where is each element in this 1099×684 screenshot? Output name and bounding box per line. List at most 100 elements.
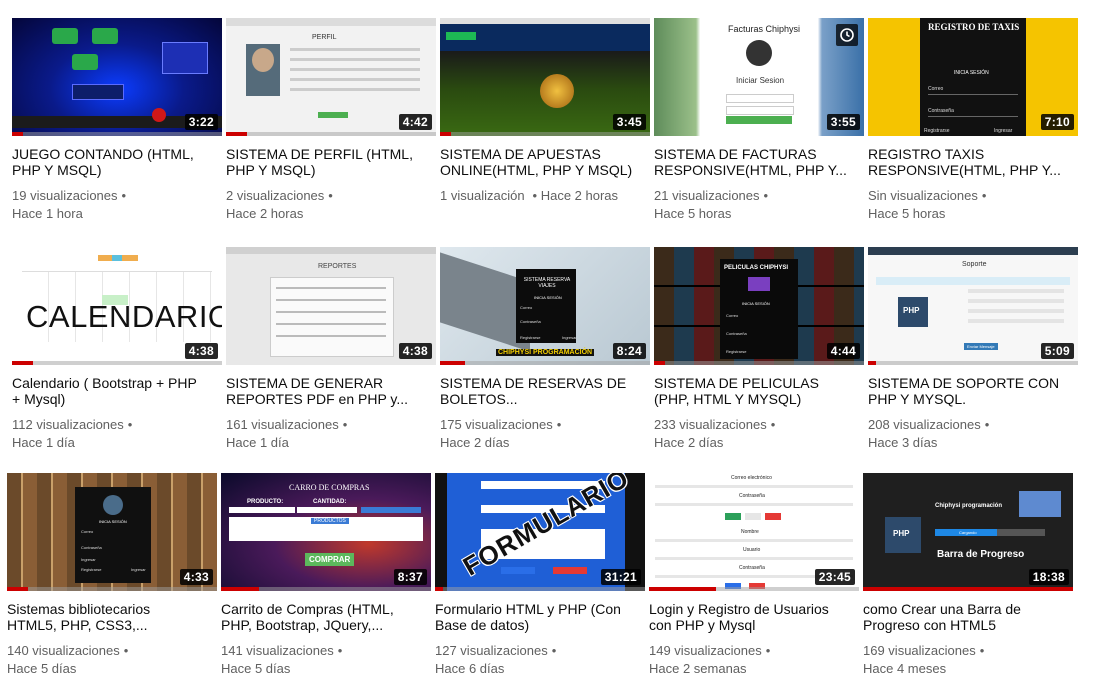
video-meta: Sin visualizaciones • Hace 5 horas <box>868 188 987 221</box>
thumb-text: CALENDARIO <box>26 299 222 334</box>
video-duration: 3:45 <box>612 114 646 130</box>
video-card[interactable]: 3:45 SISTEMA DE APUESTAS ONLINE(HTML, PH… <box>440 18 650 205</box>
video-title[interactable]: SISTEMA DE RESERVAS DE BOLETOS... <box>440 375 650 407</box>
video-title[interactable]: SISTEMA DE PELICULAS (PHP, HTML Y MYSQL) <box>654 375 864 407</box>
video-duration: 4:33 <box>179 569 213 585</box>
thumb-text: Registrarse <box>520 335 541 340</box>
video-meta: 149 visualizaciones • Hace 2 semanas <box>649 643 771 676</box>
video-card[interactable]: INICIA SESIÓN Correo Contraseña Ingresar… <box>7 473 217 678</box>
video-meta: 208 visualizaciones • Hace 3 días <box>868 417 990 450</box>
view-count: 149 visualizaciones <box>649 643 762 658</box>
video-title[interactable]: Calendario ( Bootstrap + PHP + Mysql) <box>12 375 222 407</box>
thumb-text: Iniciar Sesion <box>736 76 785 85</box>
thumb-text: REGISTRO DE TAXIS <box>928 22 1020 32</box>
thumb-text: Contraseña <box>726 331 747 336</box>
video-card[interactable]: Correo electrónico Contraseña Nombre Usu… <box>649 473 859 678</box>
video-thumbnail[interactable]: Soporte PHP Enviar Mensaje 5:09 <box>868 247 1078 365</box>
view-count: 112 visualizaciones <box>12 417 124 432</box>
thumb-text: Usuario <box>743 547 761 553</box>
video-duration: 4:44 <box>826 343 860 359</box>
video-duration: 8:24 <box>612 343 646 359</box>
video-title[interactable]: SISTEMA DE APUESTAS ONLINE(HTML, PHP Y M… <box>440 146 650 178</box>
video-thumbnail[interactable]: PELICULAS CHIPHYSI INICIA SESIÓN Correo … <box>654 247 864 365</box>
thumb-text: PERFIL <box>312 34 337 41</box>
watch-progress-bar <box>440 132 451 136</box>
video-meta: 175 visualizaciones • Hace 2 días <box>440 417 562 450</box>
thumb-text: Ingresar <box>81 557 96 562</box>
video-card[interactable]: Chiphysi programación PHP Cargando Barra… <box>863 473 1073 678</box>
video-card[interactable]: 3:22 JUEGO CONTANDO (HTML, PHP Y MSQL) 1… <box>12 18 222 223</box>
upload-age: Hace 1 hora <box>12 206 83 221</box>
watch-progress-bar <box>868 361 877 365</box>
video-title[interactable]: Login y Registro de Usuarios con PHP y M… <box>649 601 859 633</box>
video-card[interactable]: CALENDARIO 4:38 Calendario ( Bootstrap +… <box>12 247 222 452</box>
video-card[interactable]: REPORTES 4:38 SISTEMA DE GENERAR REPORTE… <box>226 247 436 452</box>
video-title[interactable]: SISTEMA DE FACTURAS RESPONSIVE(HTML, PHP… <box>654 146 864 178</box>
video-duration: 7:10 <box>1040 114 1074 130</box>
view-count: 233 visualizaciones <box>654 417 767 432</box>
video-title[interactable]: SISTEMA DE GENERAR REPORTES PDF en PHP y… <box>226 375 436 407</box>
video-thumbnail[interactable]: 3:45 <box>440 18 650 136</box>
video-thumbnail[interactable]: Correo electrónico Contraseña Nombre Usu… <box>649 473 859 591</box>
video-thumbnail[interactable]: REPORTES 4:38 <box>226 247 436 365</box>
view-count: 175 visualizaciones <box>440 417 553 432</box>
thumb-text: Nombre <box>741 529 759 535</box>
video-title[interactable]: Sistemas bibliotecarios HTML5, PHP, CSS3… <box>7 601 217 633</box>
video-duration: 4:38 <box>184 343 218 359</box>
video-title[interactable]: como Crear una Barra de Progreso con HTM… <box>863 601 1073 633</box>
video-title[interactable]: SISTEMA DE SOPORTE CON PHP Y MYSQL. <box>868 375 1078 407</box>
thumb-text: INICIA SESIÓN <box>99 519 127 524</box>
view-count: 208 visualizaciones <box>868 417 981 432</box>
upload-age: Hace 5 horas <box>868 206 946 221</box>
upload-age: Hace 6 días <box>435 661 505 676</box>
video-thumbnail[interactable]: 3:22 <box>12 18 222 136</box>
view-count: 141 visualizaciones <box>221 643 334 658</box>
upload-age: Hace 2 semanas <box>649 661 747 676</box>
video-card[interactable]: PERFIL 4:42 SISTEMA DE PERFIL (HTML, PHP… <box>226 18 436 223</box>
video-title[interactable]: REGISTRO TAXIS RESPONSIVE(HTML, PHP Y... <box>868 146 1078 178</box>
video-card[interactable]: PELICULAS CHIPHYSI INICIA SESIÓN Correo … <box>654 247 864 452</box>
video-meta: 141 visualizaciones • Hace 5 días <box>221 643 343 676</box>
video-thumbnail[interactable]: FORMULARIO 31:21 <box>435 473 645 591</box>
video-thumbnail[interactable]: Facturas Chiphysi Iniciar Sesion 3:55 <box>654 18 864 136</box>
upload-age: Hace 2 horas <box>540 188 619 203</box>
video-thumbnail[interactable]: SISTEMA RESERVA VIAJES INICIA SESIÓN Cor… <box>440 247 650 365</box>
thumb-text: Contraseña <box>81 545 102 550</box>
video-card[interactable]: SISTEMA RESERVA VIAJES INICIA SESIÓN Cor… <box>440 247 650 452</box>
thumb-text: Correo <box>726 313 739 318</box>
video-thumbnail[interactable]: CALENDARIO 4:38 <box>12 247 222 365</box>
video-card[interactable]: REGISTRO DE TAXIS INICIA SESIÓN Correo C… <box>868 18 1078 223</box>
thumb-text: Contraseña <box>739 493 765 499</box>
video-thumbnail[interactable]: REGISTRO DE TAXIS INICIA SESIÓN Correo C… <box>868 18 1078 136</box>
video-thumbnail[interactable]: CARRO DE COMPRAS PRODUCTO: CANTIDAD: PRO… <box>221 473 431 591</box>
upload-age: Hace 1 día <box>12 435 75 450</box>
view-count: 161 visualizaciones <box>226 417 339 432</box>
thumb-text: Soporte <box>962 261 987 268</box>
video-title[interactable]: JUEGO CONTANDO (HTML, PHP Y MSQL) <box>12 146 222 178</box>
video-title[interactable]: SISTEMA DE PERFIL (HTML, PHP Y MSQL) <box>226 146 436 178</box>
thumb-text: Correo electrónico <box>731 475 772 481</box>
video-meta: 127 visualizaciones • Hace 6 días <box>435 643 557 676</box>
video-card[interactable]: Facturas Chiphysi Iniciar Sesion 3:55 SI… <box>654 18 864 223</box>
view-count: 19 visualizaciones <box>12 188 118 203</box>
watch-later-icon[interactable] <box>836 24 858 46</box>
video-thumbnail[interactable]: PERFIL 4:42 <box>226 18 436 136</box>
thumb-text: FORMULARIO <box>457 473 634 582</box>
thumb-text: Chiphysi programación <box>935 503 1003 509</box>
video-card[interactable]: CARRO DE COMPRAS PRODUCTO: CANTIDAD: PRO… <box>221 473 431 678</box>
video-card[interactable]: FORMULARIO 31:21 Formulario HTML y PHP (… <box>435 473 645 678</box>
video-thumbnail[interactable]: Chiphysi programación PHP Cargando Barra… <box>863 473 1073 591</box>
video-thumbnail[interactable]: INICIA SESIÓN Correo Contraseña Ingresar… <box>7 473 217 591</box>
video-title[interactable]: Formulario HTML y PHP (Con Base de datos… <box>435 601 645 633</box>
video-title[interactable]: Carrito de Compras (HTML, PHP, Bootstrap… <box>221 601 431 633</box>
thumb-text: SISTEMA RESERVA VIAJES <box>523 277 571 289</box>
video-meta: 161 visualizaciones • Hace 1 día <box>226 417 348 450</box>
video-duration: 8:37 <box>393 569 427 585</box>
thumb-text: Ingresar <box>994 128 1013 134</box>
upload-age: Hace 3 días <box>868 435 938 450</box>
thumb-text: CHIPHYSI PROGRAMACIÓN <box>496 349 595 356</box>
video-meta: 2 visualizaciones • Hace 2 horas <box>226 188 333 221</box>
upload-age: Hace 2 días <box>440 435 510 450</box>
thumb-text: CANTIDAD: <box>313 499 347 505</box>
video-card[interactable]: Soporte PHP Enviar Mensaje 5:09 SISTEMA … <box>868 247 1078 452</box>
